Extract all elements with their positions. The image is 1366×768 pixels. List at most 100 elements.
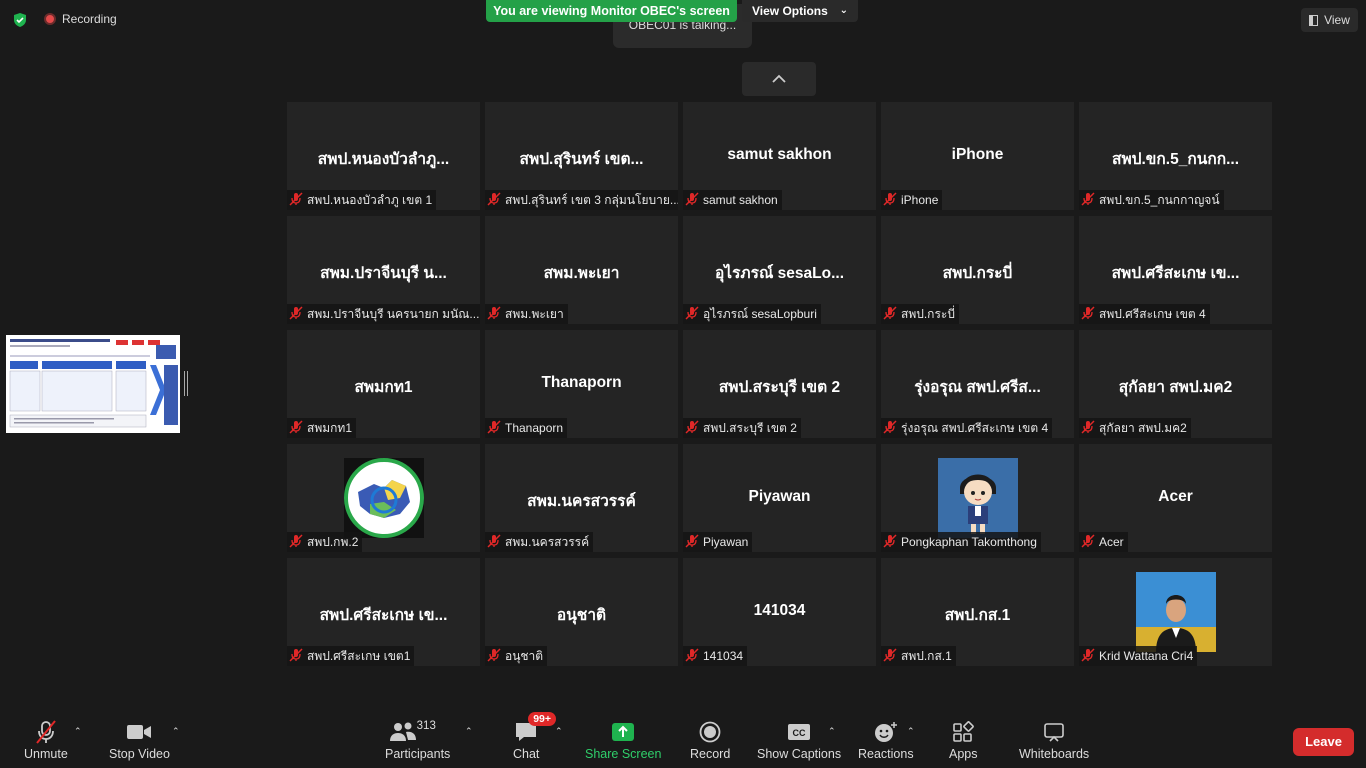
- participant-name-text: สพป.สุรินทร์ เขต 3 กลุ่มนโยบาย...: [505, 192, 678, 207]
- participant-tile[interactable]: สพม.ปราจีนบุรี น... สพม.ปราจีนบุรี นครนาย…: [287, 216, 480, 324]
- reactions-caret-icon[interactable]: ⌃: [907, 726, 915, 737]
- participant-tile[interactable]: samut sakhon samut sakhon: [683, 102, 876, 210]
- security-shield-icon[interactable]: [12, 12, 28, 28]
- view-options-button[interactable]: View Options ⌄: [742, 0, 858, 22]
- participant-tile[interactable]: สพป.กส.1 สพป.กส.1: [881, 558, 1074, 666]
- participant-tile[interactable]: สพม.พะเยา สพม.พะเยา: [485, 216, 678, 324]
- participant-display-name: Acer: [1158, 488, 1193, 505]
- participant-name-text: สพป.กส.1: [901, 648, 952, 663]
- participant-name-text: Pongkaphan Takomthong: [901, 535, 1037, 549]
- show-captions-button[interactable]: CC Show Captions: [757, 718, 841, 761]
- participant-tile[interactable]: อนุชาติ อนุชาติ: [485, 558, 678, 666]
- participant-tile[interactable]: สุกัลยา สพป.มค2 สุกัลยา สพป.มค2: [1079, 330, 1272, 438]
- participant-tile[interactable]: สพป.สระบุรี เขต 2 สพป.สระบุรี เขต 2: [683, 330, 876, 438]
- participant-tile[interactable]: Krid Wattana Cri4: [1079, 558, 1272, 666]
- participant-name-label: Piyawan: [683, 532, 753, 552]
- participant-name-text: รุ่งอรุณ สพป.ศรีสะเกษ เขต 4: [901, 420, 1049, 435]
- participant-tile[interactable]: รุ่งอรุณ สพป.ศรีส... รุ่งอรุณ สพป.ศรีสะเก…: [881, 330, 1074, 438]
- unmute-label: Unmute: [24, 747, 68, 761]
- view-label: View: [1324, 13, 1350, 27]
- view-options-label: View Options: [752, 4, 828, 18]
- participant-avatar: [937, 458, 1018, 538]
- participant-tile[interactable]: iPhone iPhone: [881, 102, 1074, 210]
- reactions-label: Reactions: [858, 747, 914, 761]
- participant-name-label: Acer: [1079, 532, 1128, 552]
- participant-tile[interactable]: 141034 141034: [683, 558, 876, 666]
- zoom-meeting-window: Recording OBEC01 is talking... You are v…: [0, 0, 1366, 768]
- participant-tile[interactable]: สพม.นครสวรรค์ สพม.นครสวรรค์: [485, 444, 678, 552]
- muted-mic-icon: [487, 191, 501, 209]
- participants-caret-icon[interactable]: ⌃: [465, 726, 473, 737]
- muted-mic-icon: [1081, 533, 1095, 551]
- apps-button[interactable]: Apps: [949, 718, 978, 761]
- participant-display-name: 141034: [753, 602, 806, 619]
- muted-mic-icon: [289, 191, 303, 209]
- participant-tile[interactable]: สพป.หนองบัวลำภู... สพป.หนองบัวลำภู เขต 1: [287, 102, 480, 210]
- recording-label: Recording: [62, 12, 117, 26]
- participant-tile[interactable]: Thanaporn Thanaporn: [485, 330, 678, 438]
- captions-caret-icon[interactable]: ⌃: [828, 726, 836, 737]
- participant-name-label: สุกัลยา สพป.มค2: [1079, 418, 1191, 438]
- muted-mic-icon: [685, 305, 699, 323]
- participant-name-label: สพป.หนองบัวลำภู เขต 1: [287, 190, 437, 210]
- collapse-gallery-button[interactable]: [742, 62, 816, 96]
- stop-video-label: Stop Video: [109, 747, 170, 761]
- participant-display-name: สพป.ขก.5_กนกก...: [1111, 151, 1240, 168]
- shared-screen-thumbnail[interactable]: [6, 335, 180, 433]
- recording-indicator[interactable]: Recording: [44, 12, 117, 26]
- audio-options-caret-icon[interactable]: ⌃: [74, 726, 82, 737]
- participant-name-label: สพป.สุรินทร์ เขต 3 กลุ่มนโยบาย...: [485, 190, 678, 210]
- unmute-button[interactable]: Unmute: [24, 718, 68, 761]
- participant-name-label: Thanaporn: [485, 418, 568, 438]
- participant-display-name: สพป.กส.1: [944, 607, 1011, 624]
- record-button[interactable]: Record: [690, 718, 730, 761]
- reactions-smiley-icon: [874, 718, 898, 746]
- muted-mic-icon: [1081, 419, 1095, 437]
- participant-display-name: สพม.ปราจีนบุรี น...: [320, 265, 447, 282]
- participant-tile[interactable]: Pongkaphan Takomthong: [881, 444, 1074, 552]
- participant-tile[interactable]: สพมกท1 สพมกท1: [287, 330, 480, 438]
- apps-label: Apps: [949, 747, 978, 761]
- share-screen-button[interactable]: Share Screen: [585, 718, 661, 761]
- participant-name-label: สพม.พะเยา: [485, 304, 568, 324]
- muted-mic-icon: [289, 533, 303, 551]
- participant-name-label: สพป.กระบี่: [881, 304, 959, 324]
- leave-button[interactable]: Leave: [1293, 728, 1354, 756]
- participant-display-name: samut sakhon: [727, 146, 832, 163]
- participants-button[interactable]: 313 Participants: [385, 718, 450, 761]
- participant-display-name: สพป.ศรีสะเกษ เข...: [1111, 265, 1240, 282]
- participant-tile[interactable]: สพป.สุรินทร์ เขต... สพป.สุรินทร์ เขต 3 กล…: [485, 102, 678, 210]
- muted-mic-icon: [883, 305, 897, 323]
- chat-button[interactable]: 99+ Chat: [513, 712, 557, 761]
- participant-name-text: สพป.ขก.5_กนกกาญจน์: [1099, 192, 1220, 207]
- chat-caret-icon[interactable]: ⌃: [555, 726, 563, 737]
- reactions-button[interactable]: Reactions: [858, 718, 914, 761]
- video-options-caret-icon[interactable]: ⌃: [172, 726, 180, 737]
- participant-tile[interactable]: Piyawan Piyawan: [683, 444, 876, 552]
- participant-tile[interactable]: สพป.ศรีสะเกษ เข... สพป.ศรีสะเกษ เขต 4: [1079, 216, 1272, 324]
- stop-video-button[interactable]: Stop Video: [109, 718, 170, 761]
- video-camera-icon: [126, 718, 152, 746]
- participant-display-name: สพป.กระบี่: [942, 265, 1013, 282]
- participant-tile[interactable]: สพป.กระบี่ สพป.กระบี่: [881, 216, 1074, 324]
- participant-display-name: อุไรภรณ์ sesaLo...: [715, 265, 844, 282]
- participant-tile[interactable]: สพป.ศรีสะเกษ เข... สพป.ศรีสะเกษ เขต1: [287, 558, 480, 666]
- muted-mic-icon: [289, 419, 303, 437]
- participant-name-label: Pongkaphan Takomthong: [881, 532, 1041, 552]
- participant-tile[interactable]: สพป.ขก.5_กนกก... สพป.ขก.5_กนกกาญจน์: [1079, 102, 1272, 210]
- muted-mic-icon: [487, 533, 501, 551]
- muted-mic-icon: [487, 419, 501, 437]
- participant-tile[interactable]: สพป.กพ.2: [287, 444, 480, 552]
- participant-display-name: สพป.ศรีสะเกษ เข...: [319, 607, 448, 624]
- view-button[interactable]: View: [1301, 8, 1358, 32]
- participant-tile[interactable]: อุไรภรณ์ sesaLo... อุไรภรณ์ sesaLopburi: [683, 216, 876, 324]
- participant-name-text: สพม.นครสวรรค์: [505, 534, 590, 549]
- participant-avatar: [343, 458, 424, 538]
- chevron-down-icon: ⌄: [839, 5, 848, 16]
- participant-name-text: สุกัลยา สพป.มค2: [1099, 420, 1187, 435]
- svg-text:CC: CC: [793, 728, 806, 738]
- participants-icon: 313: [387, 718, 449, 746]
- whiteboards-button[interactable]: Whiteboards: [1019, 718, 1089, 761]
- resize-handle[interactable]: [184, 371, 188, 396]
- participant-tile[interactable]: Acer Acer: [1079, 444, 1272, 552]
